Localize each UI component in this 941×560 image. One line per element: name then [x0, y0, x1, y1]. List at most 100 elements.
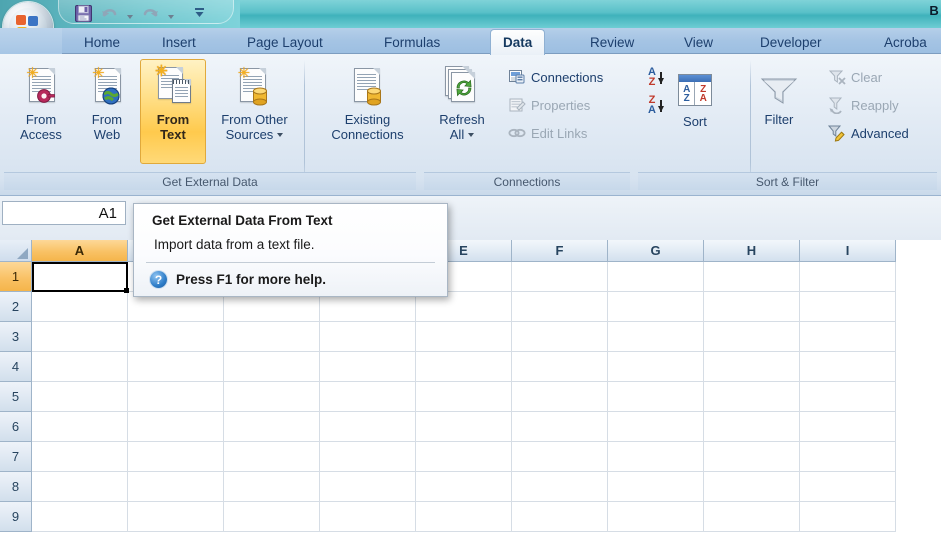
from-other-sources-button[interactable]: ✳ From Other Sources [206, 59, 303, 164]
cell-i6[interactable] [800, 412, 896, 442]
advanced-button[interactable]: Advanced [822, 121, 915, 145]
cell-d6[interactable] [320, 412, 416, 442]
cell-c4[interactable] [224, 352, 320, 382]
properties-button[interactable]: Properties [502, 93, 609, 117]
row-header-9[interactable]: 9 [0, 502, 32, 532]
cell-h6[interactable] [704, 412, 800, 442]
cell-g3[interactable] [608, 322, 704, 352]
cell-e7[interactable] [416, 442, 512, 472]
from-text-button[interactable]: ✳ From Text [139, 59, 206, 164]
cell-i7[interactable] [800, 442, 896, 472]
cell-b7[interactable] [128, 442, 224, 472]
cell-f5[interactable] [512, 382, 608, 412]
redo-button[interactable] [138, 2, 162, 24]
cell-f8[interactable] [512, 472, 608, 502]
cell-b6[interactable] [128, 412, 224, 442]
cell-g2[interactable] [608, 292, 704, 322]
cell-e4[interactable] [416, 352, 512, 382]
cell-h3[interactable] [704, 322, 800, 352]
column-header-h[interactable]: H [704, 240, 800, 262]
cell-e3[interactable] [416, 322, 512, 352]
name-box[interactable]: A1 [2, 201, 126, 225]
row-header-4[interactable]: 4 [0, 352, 32, 382]
cell-d8[interactable] [320, 472, 416, 502]
cell-c3[interactable] [224, 322, 320, 352]
cell-i2[interactable] [800, 292, 896, 322]
edit-links-button[interactable]: Edit Links [502, 121, 609, 145]
cell-g4[interactable] [608, 352, 704, 382]
select-all-button[interactable] [0, 240, 32, 262]
tab-developer[interactable]: Developer [748, 30, 834, 54]
cell-c8[interactable] [224, 472, 320, 502]
tab-insert[interactable]: Insert [150, 30, 208, 54]
save-button[interactable] [71, 2, 95, 24]
cell-d7[interactable] [320, 442, 416, 472]
tab-acrobat[interactable]: Acroba [872, 30, 939, 54]
cell-e5[interactable] [416, 382, 512, 412]
cell-g8[interactable] [608, 472, 704, 502]
cell-d4[interactable] [320, 352, 416, 382]
cell-b5[interactable] [128, 382, 224, 412]
cell-f3[interactable] [512, 322, 608, 352]
cell-c9[interactable] [224, 502, 320, 532]
cell-a7[interactable] [32, 442, 128, 472]
cell-d3[interactable] [320, 322, 416, 352]
row-header-2[interactable]: 2 [0, 292, 32, 322]
existing-connections-button[interactable]: Existing Connections [319, 59, 416, 164]
row-header-1[interactable]: 1 [0, 262, 32, 292]
cell-a4[interactable] [32, 352, 128, 382]
cell-h7[interactable] [704, 442, 800, 472]
cell-b3[interactable] [128, 322, 224, 352]
row-header-5[interactable]: 5 [0, 382, 32, 412]
cell-e8[interactable] [416, 472, 512, 502]
cell-i4[interactable] [800, 352, 896, 382]
tab-review[interactable]: Review [578, 30, 646, 54]
tab-page-layout[interactable]: Page Layout [235, 30, 335, 54]
column-header-a[interactable]: A [32, 240, 128, 262]
refresh-all-button[interactable]: Refresh All [430, 59, 494, 164]
cell-d9[interactable] [320, 502, 416, 532]
cell-h4[interactable] [704, 352, 800, 382]
cell-d5[interactable] [320, 382, 416, 412]
cell-g6[interactable] [608, 412, 704, 442]
reapply-button[interactable]: Reapply [822, 93, 915, 117]
cell-c5[interactable] [224, 382, 320, 412]
cell-g7[interactable] [608, 442, 704, 472]
redo-dropdown[interactable] [164, 2, 177, 24]
cell-b8[interactable] [128, 472, 224, 502]
cell-i5[interactable] [800, 382, 896, 412]
cell-f6[interactable] [512, 412, 608, 442]
cell-h5[interactable] [704, 382, 800, 412]
cell-a5[interactable] [32, 382, 128, 412]
cell-i3[interactable] [800, 322, 896, 352]
cell-f7[interactable] [512, 442, 608, 472]
cell-c7[interactable] [224, 442, 320, 472]
row-header-7[interactable]: 7 [0, 442, 32, 472]
tab-formulas[interactable]: Formulas [372, 30, 452, 54]
sort-descending-button[interactable]: ZA [648, 95, 664, 116]
column-header-i[interactable]: I [800, 240, 896, 262]
tab-home[interactable]: Home [72, 30, 132, 54]
cell-i9[interactable] [800, 502, 896, 532]
cell-a9[interactable] [32, 502, 128, 532]
cell-e9[interactable] [416, 502, 512, 532]
from-web-button[interactable]: ✳ From Web [74, 59, 140, 164]
customize-quick-access-toolbar-button[interactable] [193, 2, 206, 24]
undo-dropdown[interactable] [123, 2, 136, 24]
cell-f9[interactable] [512, 502, 608, 532]
cell-g1[interactable] [608, 262, 704, 292]
cell-a3[interactable] [32, 322, 128, 352]
row-header-3[interactable]: 3 [0, 322, 32, 352]
cell-c6[interactable] [224, 412, 320, 442]
tab-data[interactable]: Data [490, 29, 546, 55]
cell-h9[interactable] [704, 502, 800, 532]
connections-button[interactable]: Connections [502, 65, 609, 89]
tab-view[interactable]: View [672, 30, 725, 54]
cell-h1[interactable] [704, 262, 800, 292]
cell-b9[interactable] [128, 502, 224, 532]
filter-button[interactable]: Filter [742, 59, 816, 164]
cell-h8[interactable] [704, 472, 800, 502]
cell-h2[interactable] [704, 292, 800, 322]
column-header-f[interactable]: F [512, 240, 608, 262]
cell-b4[interactable] [128, 352, 224, 382]
